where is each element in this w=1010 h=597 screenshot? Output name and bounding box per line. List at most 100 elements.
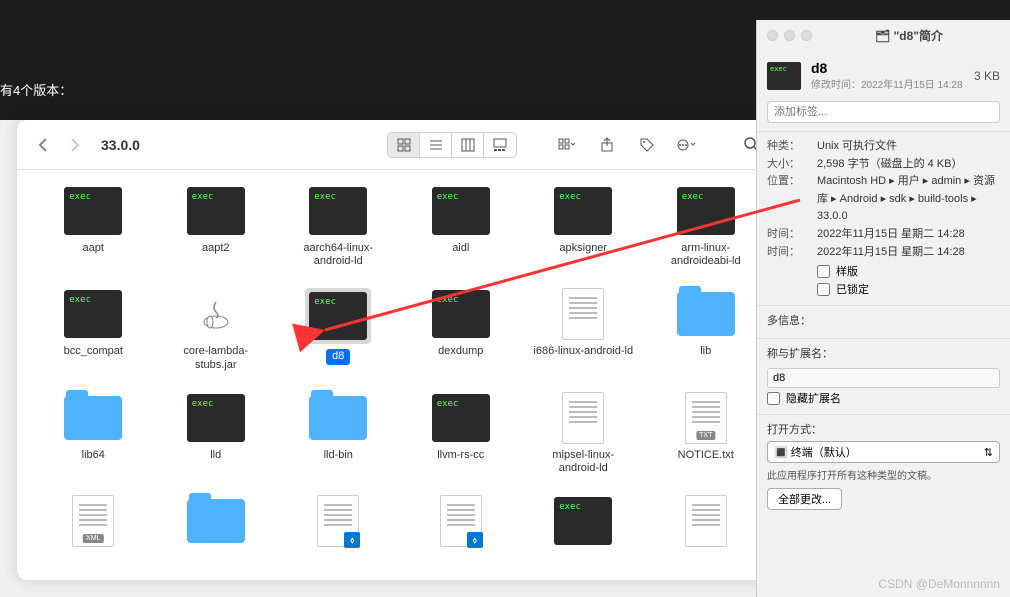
modified-value: 2022年11月15日 星期二 14:28 xyxy=(817,244,1000,262)
exec-icon: exec xyxy=(64,290,122,338)
file-label: arm-linux-androideabi-ld xyxy=(656,242,756,268)
list-view-button[interactable] xyxy=(420,133,452,157)
name-input[interactable] xyxy=(767,368,1000,388)
doc-icon xyxy=(685,495,727,547)
zoom-dot[interactable] xyxy=(801,30,812,41)
forward-button[interactable] xyxy=(64,134,86,156)
file-item[interactable]: exec aarch64-linux-android-ld xyxy=(282,185,395,268)
file-item[interactable]: XML xyxy=(37,495,150,552)
folder-icon xyxy=(677,292,735,336)
file-item[interactable]: exec llvm-rs-cc xyxy=(405,392,518,475)
kind-value: Unix 可执行文件 xyxy=(817,138,1000,156)
file-item[interactable]: exec apksigner xyxy=(527,185,640,268)
stationery-checkbox[interactable]: 样版 xyxy=(817,263,1000,279)
file-item[interactable]: execaidl xyxy=(405,185,518,268)
info-panel: 🗂 "d8"简介 exec d8 修改时间：2022年11月15日 14:28 … xyxy=(756,20,1010,597)
tags-input[interactable] xyxy=(767,101,1000,123)
locked-checkbox[interactable]: 已锁定 xyxy=(817,281,1000,297)
info-file-name: d8 xyxy=(811,60,964,76)
file-item[interactable]: ⬨ xyxy=(282,495,395,552)
folder-icon xyxy=(187,499,245,543)
file-item[interactable]: lld-bin xyxy=(282,392,395,475)
exec-icon: exec xyxy=(432,394,490,442)
file-item[interactable] xyxy=(650,495,763,552)
moreinfo-head[interactable]: 多信息： xyxy=(767,312,1000,328)
nameext-head[interactable]: 称与扩展名： xyxy=(767,345,1000,361)
file-item[interactable]: exec arm-linux-androideabi-ld xyxy=(650,185,763,268)
app-note: 此应用程序打开所有这种类型的文稿。 xyxy=(767,467,1000,482)
minimize-dot[interactable] xyxy=(784,30,795,41)
file-item[interactable]: lib xyxy=(650,288,763,371)
file-label: lib xyxy=(700,345,711,358)
finder-window: 33.0.0 execaaptexecaapt2execaarch64-linu… xyxy=(17,120,782,580)
vscode-doc-icon: ⬨ xyxy=(440,495,482,547)
close-dot[interactable] xyxy=(767,30,778,41)
file-item[interactable] xyxy=(160,495,273,552)
change-all-button[interactable]: 全部更改... xyxy=(767,488,842,510)
exec-icon: exec xyxy=(187,394,245,442)
share-button[interactable] xyxy=(592,133,622,157)
created-label: 时间： xyxy=(767,226,817,244)
txt-icon: TXT xyxy=(685,392,727,444)
file-item[interactable]: lib64 xyxy=(37,392,150,475)
xml-icon: XML xyxy=(72,495,114,547)
file-item[interactable]: core-lambda-stubs.jar xyxy=(160,288,273,371)
kind-label: 种类： xyxy=(767,138,817,156)
file-item[interactable]: TXTNOTICE.txt xyxy=(650,392,763,475)
created-value: 2022年11月15日 星期二 14:28 xyxy=(817,226,1000,244)
file-label: aarch64-linux-android-ld xyxy=(288,242,388,268)
file-label: apksigner xyxy=(559,242,607,255)
file-label: aapt2 xyxy=(202,242,230,255)
back-button[interactable] xyxy=(32,134,54,156)
info-header: exec d8 修改时间：2022年11月15日 14:28 3 KB xyxy=(757,50,1010,101)
gallery-view-button[interactable] xyxy=(484,133,516,157)
traffic-lights[interactable] xyxy=(767,30,812,41)
file-item[interactable]: execd8 xyxy=(282,288,395,371)
openwith-head[interactable]: 打开方式： xyxy=(767,421,1000,437)
info-modified: 修改时间：2022年11月15日 14:28 xyxy=(811,76,964,91)
file-item[interactable]: exec xyxy=(527,495,640,552)
app-select[interactable]: 🔳 终端（默认）⇅ xyxy=(767,441,1000,463)
tag-button[interactable] xyxy=(632,133,662,157)
exec-icon: exec xyxy=(309,292,367,340)
group-button[interactable] xyxy=(552,133,582,157)
file-item[interactable]: mipsel-linux-android-ld xyxy=(527,392,640,475)
folder-title: 33.0.0 xyxy=(101,137,140,153)
file-label: llvm-rs-cc xyxy=(437,449,484,462)
doc-icon xyxy=(562,392,604,444)
view-mode-group xyxy=(387,132,517,158)
file-item[interactable]: execlld xyxy=(160,392,273,475)
folder-icon xyxy=(64,396,122,440)
file-item[interactable]: ⬨ xyxy=(405,495,518,552)
file-item[interactable]: i686-linux-android-ld xyxy=(527,288,640,371)
hideext-checkbox[interactable]: 隐藏扩展名 xyxy=(767,390,1000,406)
exec-icon: exec xyxy=(309,187,367,235)
file-label: lld-bin xyxy=(324,449,353,462)
action-button[interactable] xyxy=(672,133,702,157)
exec-icon: exec xyxy=(554,187,612,235)
bytes-label: 大小： xyxy=(767,156,817,174)
exec-icon: exec xyxy=(677,187,735,235)
watermark: CSDN @DeMonnnnnn xyxy=(878,577,1000,591)
file-item[interactable]: execdexdump xyxy=(405,288,518,371)
column-view-button[interactable] xyxy=(452,133,484,157)
info-window-title: 🗂 "d8"简介 xyxy=(818,27,1000,44)
tags-field[interactable] xyxy=(767,101,1000,123)
folder-emoji-icon: 🗂 xyxy=(875,29,894,43)
version-text: 有4个版本： xyxy=(0,80,72,99)
finder-toolbar: 33.0.0 xyxy=(17,120,782,170)
doc-icon xyxy=(562,288,604,340)
file-item[interactable]: execaapt xyxy=(37,185,150,268)
exec-icon: exec xyxy=(554,497,612,545)
exec-icon: exec xyxy=(187,187,245,235)
exec-icon: exec xyxy=(64,187,122,235)
file-grid: execaaptexecaapt2execaarch64-linux-andro… xyxy=(17,170,782,567)
icon-view-button[interactable] xyxy=(388,133,420,157)
nameext-section: 称与扩展名： 隐藏扩展名 xyxy=(757,338,1010,414)
file-item[interactable]: execbcc_compat xyxy=(37,288,150,371)
where-label: 位置： xyxy=(767,173,817,226)
bytes-value: 2,598 字节（磁盘上的 4 KB） xyxy=(817,156,1000,174)
file-item[interactable]: exec aapt2 xyxy=(160,185,273,268)
file-label: i686-linux-android-ld xyxy=(533,345,633,358)
jar-icon xyxy=(192,290,240,338)
